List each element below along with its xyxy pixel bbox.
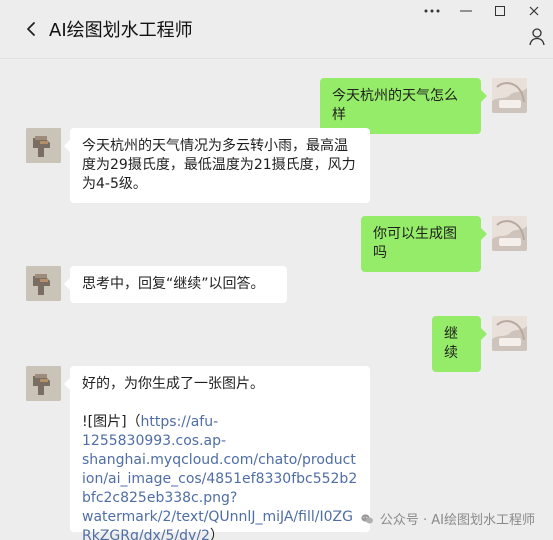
bot-avatar[interactable] — [26, 266, 61, 301]
user-avatar[interactable] — [492, 78, 527, 113]
chevron-left-icon[interactable] — [22, 20, 40, 38]
more-horizontal-icon[interactable] — [423, 2, 441, 20]
message-image-markdown: ![图片]（https://afu-1255830993.cos.ap-shan… — [82, 413, 358, 540]
message-bubble-sent[interactable]: 继续 — [432, 316, 487, 372]
message-bubble-sent[interactable]: 今天杭州的天气怎么样 — [320, 78, 487, 134]
message-prefix: ![图片]（ — [82, 414, 141, 430]
chat-window: AI绘图划水工程师 今天杭州的天气怎么样 今天杭州的天气情况为多云转小雨，最高温… — [0, 0, 553, 540]
message-text: 继续 — [444, 326, 458, 361]
message-bubble-sent[interactable]: 你可以生成图吗 — [361, 216, 487, 272]
message-bubble-received[interactable]: 好的，为你生成了一张图片。 ![图片]（https://afu-12558309… — [64, 366, 370, 540]
message-line: 好的，为你生成了一张图片。 — [82, 376, 264, 392]
watermark-text: 公众号 · AI绘图划水工程师 — [379, 513, 535, 528]
window-controls — [423, 2, 543, 20]
message-text: 你可以生成图吗 — [373, 226, 457, 261]
message-bubble-received[interactable]: 今天杭州的天气情况为多云转小雨，最高温度为29摄氏度，最低温度为21摄氏度，风力… — [64, 128, 370, 203]
chat-title: AI绘图划水工程师 — [49, 20, 193, 41]
bot-avatar[interactable] — [26, 128, 61, 163]
user-avatar[interactable] — [492, 316, 527, 351]
message-text: 思考中，回复“继续”以回答。 — [82, 276, 265, 292]
message-suffix: ） — [209, 528, 224, 540]
image-link[interactable]: https://afu-1255830993.cos.ap-shanghai.m… — [82, 414, 357, 540]
watermark: 公众号 · AI绘图划水工程师 — [360, 509, 535, 528]
close-icon[interactable] — [525, 2, 543, 20]
message-text: 今天杭州的天气怎么样 — [332, 88, 458, 123]
maximize-icon[interactable] — [491, 2, 509, 20]
message-bubble-received[interactable]: 思考中，回复“继续”以回答。 — [64, 266, 287, 303]
message-list[interactable]: 今天杭州的天气怎么样 今天杭州的天气情况为多云转小雨，最高温度为29摄氏度，最低… — [0, 59, 553, 540]
minimize-icon[interactable] — [457, 2, 475, 20]
message-text: 今天杭州的天气情况为多云转小雨，最高温度为29摄氏度，最低温度为21摄氏度，风力… — [82, 138, 356, 192]
user-avatar[interactable] — [492, 216, 527, 251]
wechat-icon — [360, 512, 374, 526]
bot-avatar[interactable] — [26, 366, 61, 401]
person-icon[interactable] — [527, 27, 547, 47]
